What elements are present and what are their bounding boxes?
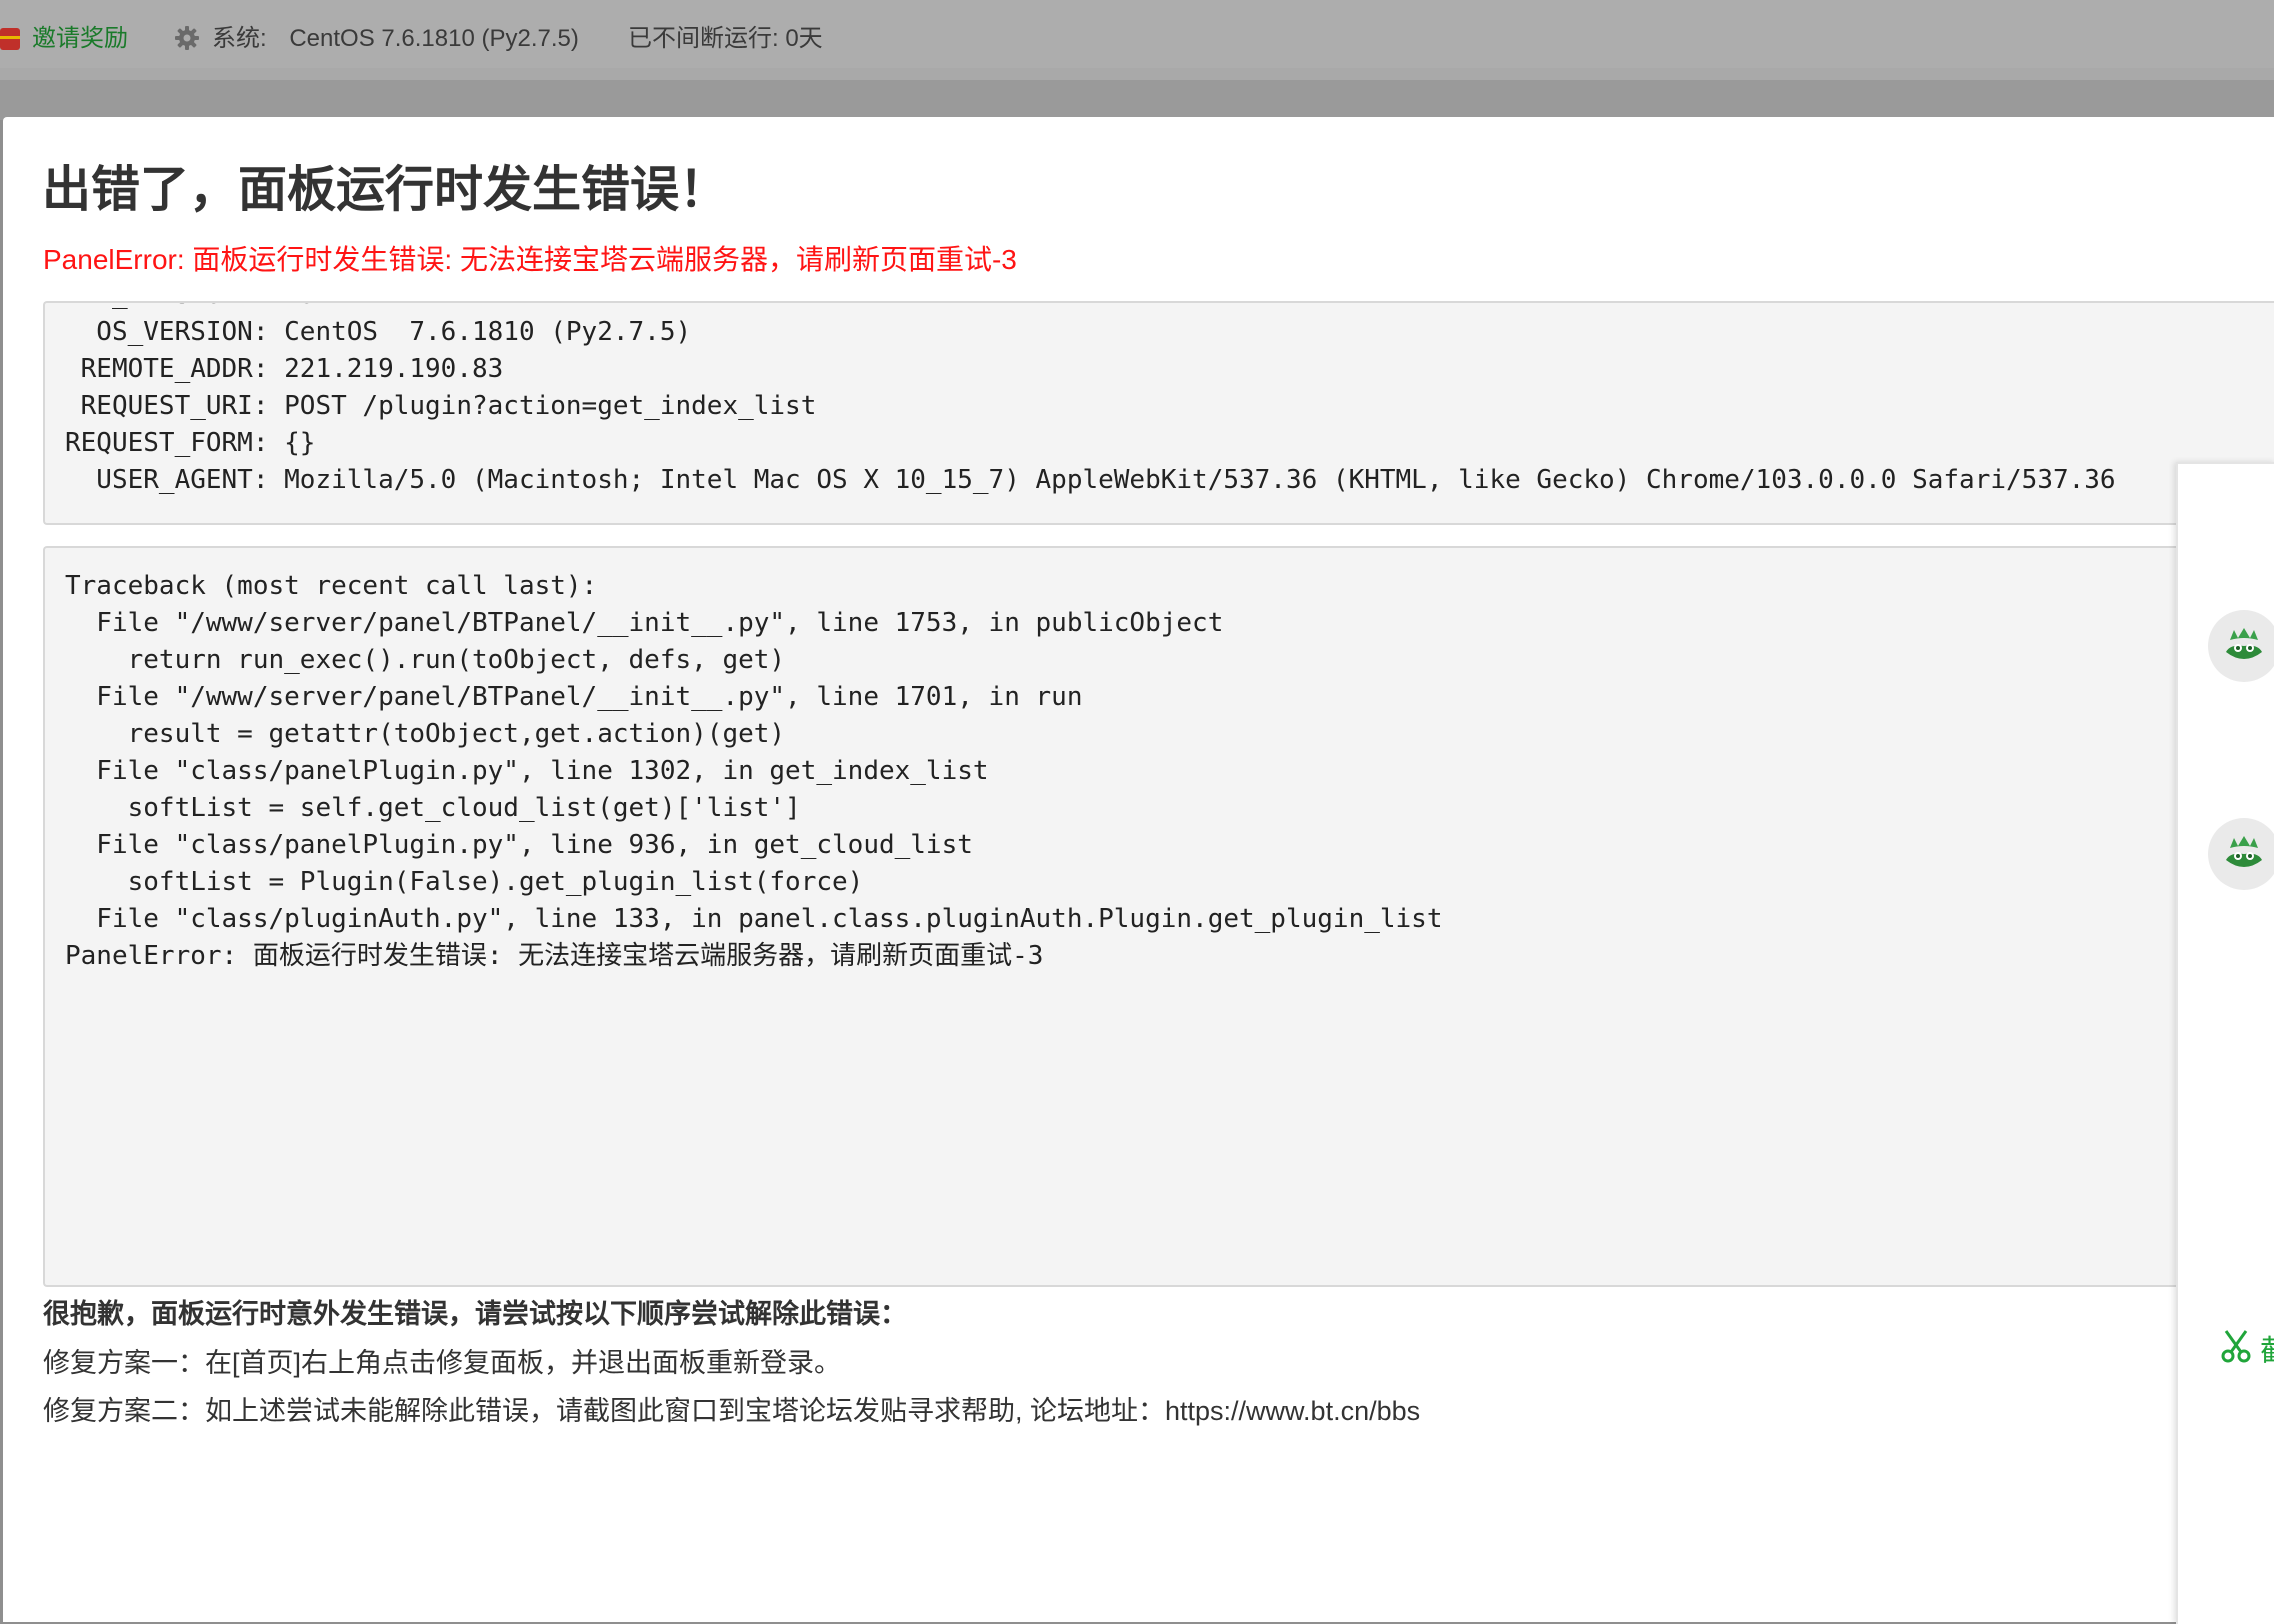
system-info: 系统: CentOS 7.6.1810 (Py2.7.5) <box>174 18 579 53</box>
traceback-box[interactable]: Traceback (most recent call last): File … <box>43 546 2274 1287</box>
scissors-icon[interactable] <box>2220 1328 2252 1364</box>
uptime-text: 已不间断运行: 0天 <box>628 25 823 52</box>
screenshot-label[interactable]: 截 <box>2260 1326 2274 1370</box>
fix-option-two: 修复方案二：如上述尝试未能解除此错误，请截图此窗口到宝塔论坛发贴寻求帮助, 论坛… <box>43 1396 1421 1426</box>
bt-logo-graphic <box>2226 836 2262 867</box>
env-info-text: PAN_VERSION: 7.9.2 OS_VERSION: CentOS 7.… <box>65 303 2116 495</box>
gear-icon <box>175 26 199 50</box>
system-label: 系统: <box>212 25 267 52</box>
env-info-box[interactable]: PAN_VERSION: 7.9.2 OS_VERSION: CentOS 7.… <box>43 301 2274 525</box>
system-value: CentOS 7.6.1810 (Py2.7.5) <box>289 25 579 52</box>
help-heading: 很抱歉，面板运行时意外发生错误，请尝试按以下顺序尝试解除此错误： <box>43 1299 907 1329</box>
error-summary: PanelError: 面板运行时发生错误: 无法连接宝塔云端服务器，请刷新页面… <box>43 244 1017 275</box>
side-panel: 截 <box>2176 462 2274 1624</box>
top-bar-lower <box>0 80 2274 120</box>
bt-logo-graphic <box>2226 628 2262 659</box>
fix-option-one: 修复方案一：在[首页]右上角点击修复面板，并退出面板重新登录。 <box>43 1348 842 1378</box>
bt-logo-icon[interactable] <box>2208 610 2274 682</box>
invite-label: 邀请奖励 <box>32 25 128 52</box>
traceback-text: Traceback (most recent call last): File … <box>65 571 1443 971</box>
invite-reward-link[interactable]: 邀请奖励 <box>0 18 128 53</box>
dialog-title: 出错了，面板运行时发生错误！ <box>42 163 729 217</box>
top-bar: 邀请奖励 系统: CentOS 7.6.1810 (Py2.7.5) 已不间断运… <box>0 0 2274 120</box>
bt-logo-icon[interactable] <box>2208 818 2274 890</box>
gift-icon <box>0 28 20 50</box>
